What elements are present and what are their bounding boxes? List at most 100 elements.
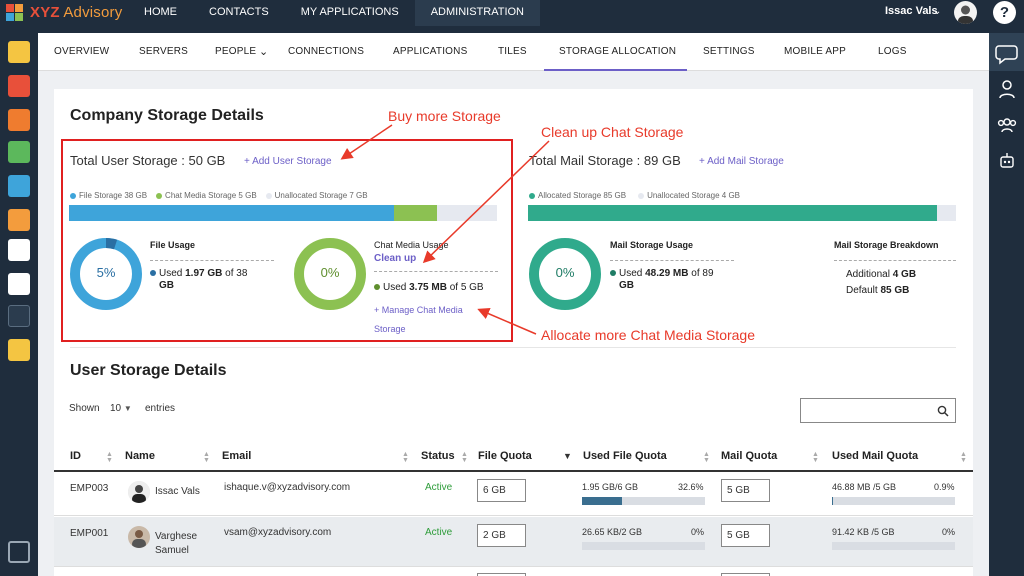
used-mail-bar <box>832 542 955 550</box>
admin-subnav: OVERVIEW SERVERS PEOPLE ⌄ CONNECTIONS AP… <box>38 33 989 71</box>
entries-label: entries <box>145 403 176 414</box>
cell-name: Varghese Samuel <box>155 531 198 556</box>
col-name[interactable]: Name <box>125 450 155 462</box>
mail-app-icon[interactable] <box>8 75 30 97</box>
whiteboard-app-icon[interactable] <box>8 209 30 231</box>
top-bar: XYZ Advisory HOME CONTACTS MY APPLICATIO… <box>0 0 1024 33</box>
user-icon[interactable] <box>997 79 1017 99</box>
chat-icon[interactable] <box>989 33 1024 71</box>
divider <box>610 260 734 261</box>
right-sidebar <box>989 33 1024 576</box>
chevron-down-icon[interactable]: ⌄ <box>933 6 941 17</box>
sort-icon[interactable]: ▲ ▼ <box>203 451 210 464</box>
cell-id: EMP003 <box>70 483 109 494</box>
user-name[interactable]: Issac Vals <box>885 5 938 17</box>
opencart-app-icon[interactable] <box>8 239 30 261</box>
chevron-down-icon[interactable]: ⌄ <box>259 33 268 71</box>
annotation-buy-storage: Buy more Storage <box>388 108 501 124</box>
search-input[interactable] <box>800 398 956 423</box>
topnav-my-applications[interactable]: MY APPLICATIONS <box>285 0 415 26</box>
link-app-icon[interactable] <box>8 305 30 327</box>
used-file-bar <box>582 497 705 505</box>
section-divider <box>70 347 956 348</box>
cell-used-mail: 46.88 MB /5 GB <box>832 482 897 492</box>
mail-storage-bar <box>528 205 956 221</box>
arc-app-icon[interactable] <box>8 273 30 295</box>
mail-storage-legend: Allocated Storage 85 GB Unallocated Stor… <box>529 191 740 200</box>
tab-applications[interactable]: APPLICATIONS <box>393 33 467 71</box>
mail-usage-title: Mail Storage Usage <box>610 240 694 250</box>
col-email[interactable]: Email <box>222 450 251 462</box>
add-mail-storage-link[interactable]: + Add Mail Storage <box>699 156 784 167</box>
used-mail-bar <box>832 497 955 505</box>
mail-usage-percent: 0% <box>555 265 575 280</box>
tab-settings[interactable]: SETTINGS <box>703 33 755 71</box>
mail-breakdown-values: Additional 4 GB Default 85 GB <box>846 269 917 296</box>
sort-icon[interactable]: ▲ ▼ <box>960 451 967 464</box>
topnav-contacts[interactable]: CONTACTS <box>193 0 285 26</box>
tab-tiles[interactable]: TILES <box>498 33 527 71</box>
app-sidebar <box>0 33 38 576</box>
user-avatar[interactable] <box>954 1 977 24</box>
mail-quota-input[interactable]: 5 GB <box>721 479 770 502</box>
brand-logo[interactable]: XYZ Advisory <box>6 2 122 22</box>
tab-servers[interactable]: SERVERS <box>139 33 188 71</box>
tab-people[interactable]: PEOPLE <box>215 33 256 71</box>
col-used-mail-quota[interactable]: Used Mail Quota <box>832 450 918 462</box>
col-mail-quota[interactable]: Mail Quota <box>721 450 777 462</box>
search-icon[interactable] <box>937 405 949 417</box>
legend-dot <box>529 192 535 199</box>
annotation-allocate: Allocate more Chat Media Storage <box>541 327 755 343</box>
legend-dot <box>610 270 616 276</box>
sort-icon[interactable]: ▲ ▼ <box>106 451 113 464</box>
collapse-icon[interactable] <box>8 541 30 563</box>
sort-icon[interactable]: ▲ ▼ <box>402 451 409 464</box>
cell-used-mail-pct: 0.9% <box>934 482 955 492</box>
photos-app-icon[interactable] <box>8 175 30 197</box>
avatar <box>128 481 150 503</box>
table-row[interactable] <box>54 568 973 576</box>
avatar <box>128 526 150 548</box>
brand-name: XYZ Advisory <box>30 3 123 21</box>
calendar-app-icon[interactable] <box>8 109 30 131</box>
help-icon[interactable]: ? <box>993 1 1016 24</box>
notes-app-icon[interactable] <box>8 41 30 63</box>
cell-used-mail-pct: 0% <box>942 527 956 537</box>
legend-mail-unallocated: Unallocated Storage 4 GB <box>647 191 741 200</box>
col-status[interactable]: Status <box>421 450 455 462</box>
tasks-app-icon[interactable] <box>8 141 30 163</box>
topnav-administration[interactable]: ADMINISTRATION <box>414 0 540 26</box>
m-app-icon[interactable] <box>8 339 30 361</box>
shown-label: Shown <box>69 403 100 414</box>
sort-icon[interactable]: ▲ ▼ <box>703 451 710 464</box>
tab-connections[interactable]: CONNECTIONS <box>288 33 364 71</box>
table-row[interactable]: EMP003 Issac Vals ishaque.v@xyzadvisory.… <box>54 472 973 516</box>
table-row[interactable]: EMP001 Varghese Samuel vsam@xyzadvisory.c… <box>54 517 973 567</box>
file-quota-input[interactable]: 6 GB <box>477 479 526 502</box>
mail-breakdown-title: Mail Storage Breakdown <box>834 240 939 250</box>
tab-logs[interactable]: LOGS <box>878 33 907 71</box>
legend-dot <box>638 192 645 199</box>
sort-icon[interactable]: ▲ ▼ <box>461 451 468 464</box>
tab-storage-allocation[interactable]: STORAGE ALLOCATION <box>544 33 687 71</box>
col-file-quota[interactable]: File Quota <box>478 450 532 462</box>
tab-overview[interactable]: OVERVIEW <box>54 33 109 71</box>
cell-id: EMP001 <box>70 528 109 539</box>
tab-mobile-app[interactable]: MOBILE APP <box>784 33 846 71</box>
cell-email: vsam@xyzadvisory.com <box>224 527 332 538</box>
group-icon[interactable] <box>997 115 1017 135</box>
col-used-file-quota[interactable]: Used File Quota <box>583 450 667 462</box>
highlight-box <box>61 139 513 342</box>
cell-email: ishaque.v@xyzadvisory.com <box>224 482 351 493</box>
sort-desc-icon[interactable]: ▼ <box>563 451 572 461</box>
file-quota-input[interactable]: 2 GB <box>477 524 526 547</box>
topnav-home[interactable]: HOME <box>128 0 193 26</box>
col-id[interactable]: ID <box>70 450 81 462</box>
entries-select[interactable]: 10 ▼ <box>110 403 132 414</box>
sort-icon[interactable]: ▲ ▼ <box>812 451 819 464</box>
user-storage-title: User Storage Details <box>70 362 227 379</box>
cell-used-file: 26.65 KB/2 GB <box>582 527 643 537</box>
bot-icon[interactable] <box>997 151 1017 171</box>
mail-quota-input[interactable]: 5 GB <box>721 524 770 547</box>
company-storage-title: Company Storage Details <box>70 107 264 124</box>
